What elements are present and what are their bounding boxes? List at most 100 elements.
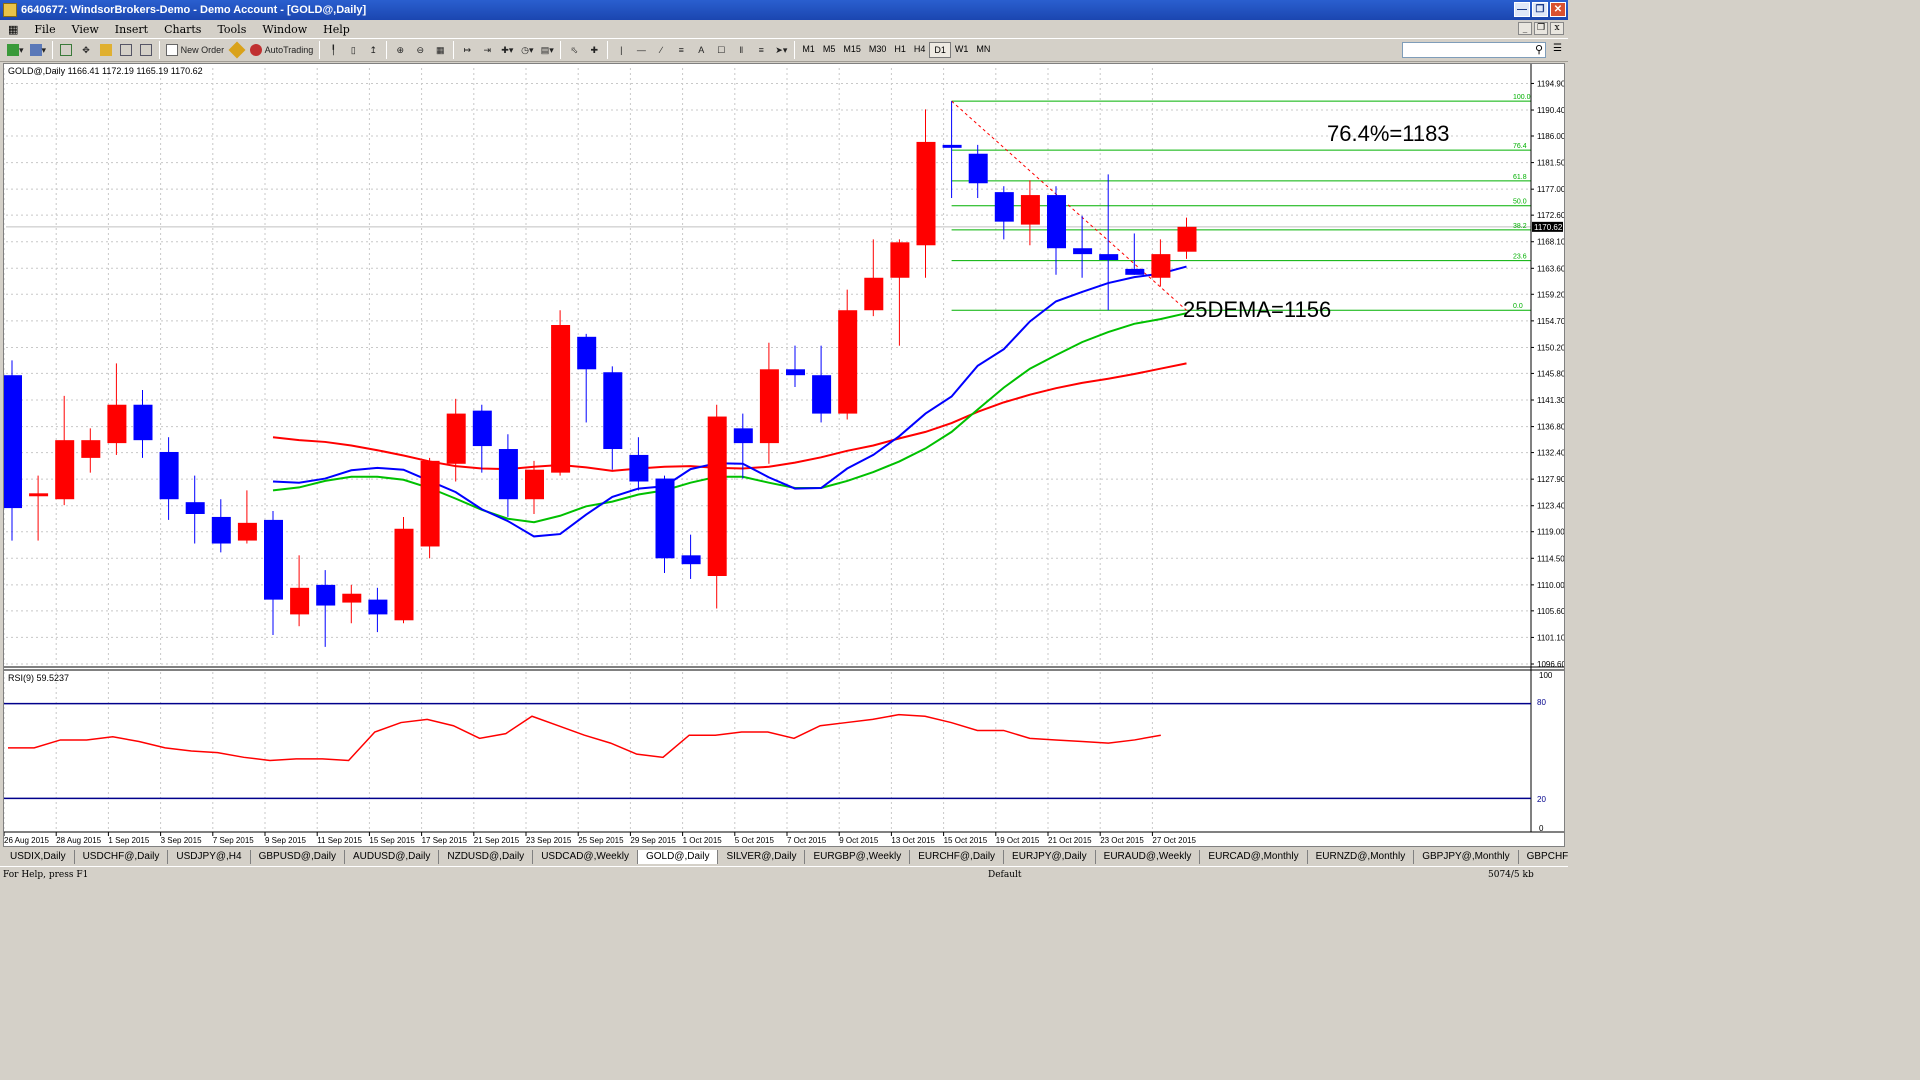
text-icon[interactable]: A [691,40,711,60]
chart-window[interactable]: 100.0 76.4 61.8 50.0 38.2 23.6 0.0 1194.90 1190… [3,63,1565,847]
fibonacci-icon[interactable]: ‖ [731,40,751,60]
tab-usdcad[interactable]: USDCAD@,Weekly [533,849,638,864]
search-icon[interactable]: ⚲ [1535,43,1543,56]
candle-body [916,141,936,246]
tab-usdjpy[interactable]: USDJPY@,H4 [168,849,251,864]
new-order-button[interactable]: New Order [163,40,227,60]
tab-eurnzd[interactable]: EURNZD@,Monthly [1308,849,1415,864]
new-chart-button[interactable]: ▾ [4,40,27,60]
price-tick-label: 1168.10 [1537,238,1564,247]
mdi-close-button[interactable]: x [1550,22,1564,35]
cursor-icon[interactable]: ⬁ [564,40,584,60]
zoom-out-icon[interactable]: ⊖ [410,40,430,60]
menu-tools[interactable]: Tools [209,23,254,36]
tab-euraud[interactable]: EURAUD@,Weekly [1096,849,1201,864]
indicators-button[interactable]: ✚▾ [497,40,517,60]
gann-icon[interactable]: ≡ [751,40,771,60]
window-title: 6640677: WindsorBrokers-Demo - Demo Acco… [21,4,367,16]
menu-help[interactable]: Help [315,23,358,36]
navigator-icon[interactable] [96,40,116,60]
ema-fast-line [272,265,1187,538]
profiles-button[interactable]: ▾ [27,40,50,60]
timeframe-d1[interactable]: D1 [929,42,951,58]
tab-audusd[interactable]: AUDUSD@,Daily [345,849,440,864]
timeframe-h4[interactable]: H4 [910,42,930,58]
bar-chart-icon[interactable]: ╿ [323,40,343,60]
price-tick-label: 1136.80 [1537,423,1564,432]
date-label: 9 Oct 2015 [839,836,879,845]
search-input[interactable] [1402,42,1546,58]
community-icon[interactable]: ☰ [1553,43,1562,54]
horizontal-line-icon[interactable]: — [631,40,651,60]
autotrading-button[interactable]: AutoTrading [247,40,316,60]
status-profile: Default [988,869,1022,880]
chart-canvas[interactable]: 100.0 76.4 61.8 50.0 38.2 23.6 0.0 1194.90 1190… [4,64,1564,846]
crosshair-icon[interactable]: ✚ [584,40,604,60]
candlesticks [4,101,1197,647]
menu-bar: ▦ File View Insert Charts Tools Window H… [0,20,1568,38]
menu-charts[interactable]: Charts [156,23,209,36]
terminal-icon[interactable] [116,40,136,60]
maximize-button[interactable]: ❐ [1532,2,1548,17]
text-label-icon[interactable]: ☐ [711,40,731,60]
timeframe-m30[interactable]: M30 [865,42,891,58]
timeframe-h1[interactable]: H1 [890,42,910,58]
autoscroll-icon[interactable]: ↦ [457,40,477,60]
timeframe-m1[interactable]: M1 [798,42,819,58]
data-window-icon[interactable]: ✥ [76,40,96,60]
rsi-panel [4,702,1531,800]
minimize-button[interactable]: — [1514,2,1530,17]
tile-windows-icon[interactable]: ▦ [430,40,450,60]
chart-window-icon[interactable]: ▦ [0,23,26,36]
market-watch-icon[interactable] [56,40,76,60]
menu-insert[interactable]: Insert [107,23,156,36]
tab-usdix[interactable]: USDIX,Daily [2,849,75,864]
tab-gbpusd[interactable]: GBPUSD@,Daily [251,849,345,864]
autotrading-label: AutoTrading [264,45,314,55]
candle-body [942,144,962,148]
ema-slow-line [272,362,1187,472]
arrows-button[interactable]: ➤▾ [771,40,791,60]
menu-window[interactable]: Window [254,23,315,36]
candle-body [1151,254,1171,278]
line-chart-icon[interactable]: ↥ [363,40,383,60]
tab-silver[interactable]: SILVER@,Daily [718,849,806,864]
tab-gbpjpy[interactable]: GBPJPY@,Monthly [1414,849,1519,864]
menu-view[interactable]: View [64,23,107,36]
templates-button[interactable]: ▤▾ [537,40,557,60]
tab-gbpchf[interactable]: GBPCHF@,H1 [1519,850,1568,864]
strategy-tester-icon[interactable] [136,40,156,60]
tab-eurgbp[interactable]: EURGBP@,Weekly [805,849,911,864]
tab-nzdusd[interactable]: NZDUSD@,Daily [439,849,534,864]
zoom-in-icon[interactable]: ⊕ [390,40,410,60]
equidistant-channel-icon[interactable]: ≡ [671,40,691,60]
mdi-minimize-button[interactable]: _ [1518,22,1532,35]
chart-grid [4,68,1531,830]
candle-body [681,555,701,565]
tab-eurcad[interactable]: EURCAD@,Monthly [1200,849,1308,864]
mdi-restore-button[interactable]: ❐ [1534,22,1548,35]
timeframe-m15[interactable]: M15 [839,42,865,58]
tab-usdchf[interactable]: USDCHF@,Daily [75,849,169,864]
candlestick-icon[interactable]: ▯ [343,40,363,60]
date-label: 1 Oct 2015 [683,836,723,845]
timeframe-mn[interactable]: MN [972,42,994,58]
tab-eurchf[interactable]: EURCHF@,Daily [910,849,1005,864]
status-bar: For Help, press F1 Default 5074/5 kb [0,866,1568,882]
timeframe-m5[interactable]: M5 [819,42,840,58]
close-button[interactable]: ✕ [1550,2,1566,17]
timeframe-w1[interactable]: W1 [951,42,973,58]
tab-gold[interactable]: GOLD@,Daily [637,849,719,864]
vertical-line-icon[interactable]: | [611,40,631,60]
tab-eurjpy[interactable]: EURJPY@,Daily [1004,849,1096,864]
rsi-tick-100: 100 [1539,671,1553,680]
periods-button[interactable]: ◷▾ [517,40,537,60]
candle-body [525,469,544,500]
toolbar-separator [794,41,796,59]
candle-body [55,440,75,500]
menu-file[interactable]: File [26,23,63,36]
fib-level-label: 76.4 [1513,143,1527,150]
trendline-icon[interactable]: ∕ [651,40,671,60]
metaeditor-icon[interactable] [227,40,247,60]
chart-shift-icon[interactable]: ⇥ [477,40,497,60]
